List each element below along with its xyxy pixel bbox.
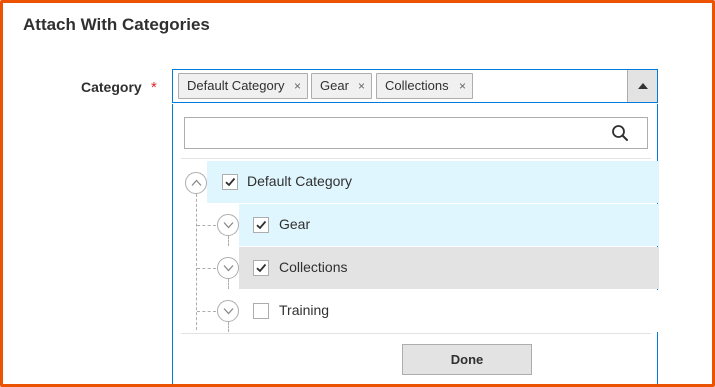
category-search-input[interactable] [184, 117, 648, 149]
chevron-down-icon[interactable] [217, 257, 239, 279]
chevron-down-icon[interactable] [217, 214, 239, 236]
chip-label: Gear [320, 78, 349, 93]
tree-item-collections[interactable]: Collections [239, 247, 659, 289]
triangle-up-icon [638, 83, 648, 89]
tree-connector [196, 194, 197, 330]
section-title: Attach With Categories [23, 15, 210, 34]
screenshot-frame: Attach With Categories Category * Defaul… [0, 0, 715, 387]
tree-item-label: Default Category [247, 173, 353, 189]
chip-remove-icon[interactable]: × [459, 74, 466, 98]
tree-item-label: Collections [279, 259, 348, 275]
chevron-up-icon[interactable] [185, 172, 207, 194]
tree-connector [228, 322, 229, 332]
chip-gear: Gear × [311, 73, 372, 99]
category-dropdown-panel: Default Category Gear Collections Traini… [172, 104, 659, 384]
tree-connector [197, 311, 216, 312]
category-checkbox[interactable] [222, 174, 238, 190]
category-checkbox[interactable] [253, 260, 269, 276]
tree-item-label: Gear [279, 216, 311, 232]
checkmark-icon [225, 177, 236, 187]
tree-connector [228, 236, 229, 246]
category-checkbox[interactable] [253, 303, 269, 319]
chip-label: Default Category [187, 78, 285, 93]
category-field-label: Category [81, 79, 142, 95]
tree-item-label: Training [279, 302, 330, 318]
chip-collections: Collections × [376, 73, 473, 99]
done-button[interactable]: Done [402, 344, 532, 375]
chip-label: Collections [385, 78, 449, 93]
chip-default-category: Default Category × [178, 73, 308, 99]
tree-connector [197, 225, 216, 226]
search-icon [612, 125, 628, 141]
tree-item-training[interactable]: Training [239, 290, 659, 332]
tree-connector [197, 268, 216, 269]
category-multiselect[interactable]: Default Category × Gear × Collections × [172, 69, 658, 103]
dropdown-toggle-button[interactable] [627, 70, 657, 102]
required-asterisk: * [151, 79, 157, 96]
divider [181, 158, 651, 159]
tree-connector [228, 279, 229, 289]
tree-item-default-category[interactable]: Default Category [207, 161, 659, 203]
divider [181, 333, 651, 334]
checkmark-icon [256, 263, 267, 273]
tree-item-gear[interactable]: Gear [239, 204, 659, 246]
checkmark-icon [256, 220, 267, 230]
chip-remove-icon[interactable]: × [294, 74, 301, 98]
chevron-down-icon[interactable] [217, 300, 239, 322]
category-checkbox[interactable] [253, 217, 269, 233]
chip-remove-icon[interactable]: × [358, 74, 365, 98]
